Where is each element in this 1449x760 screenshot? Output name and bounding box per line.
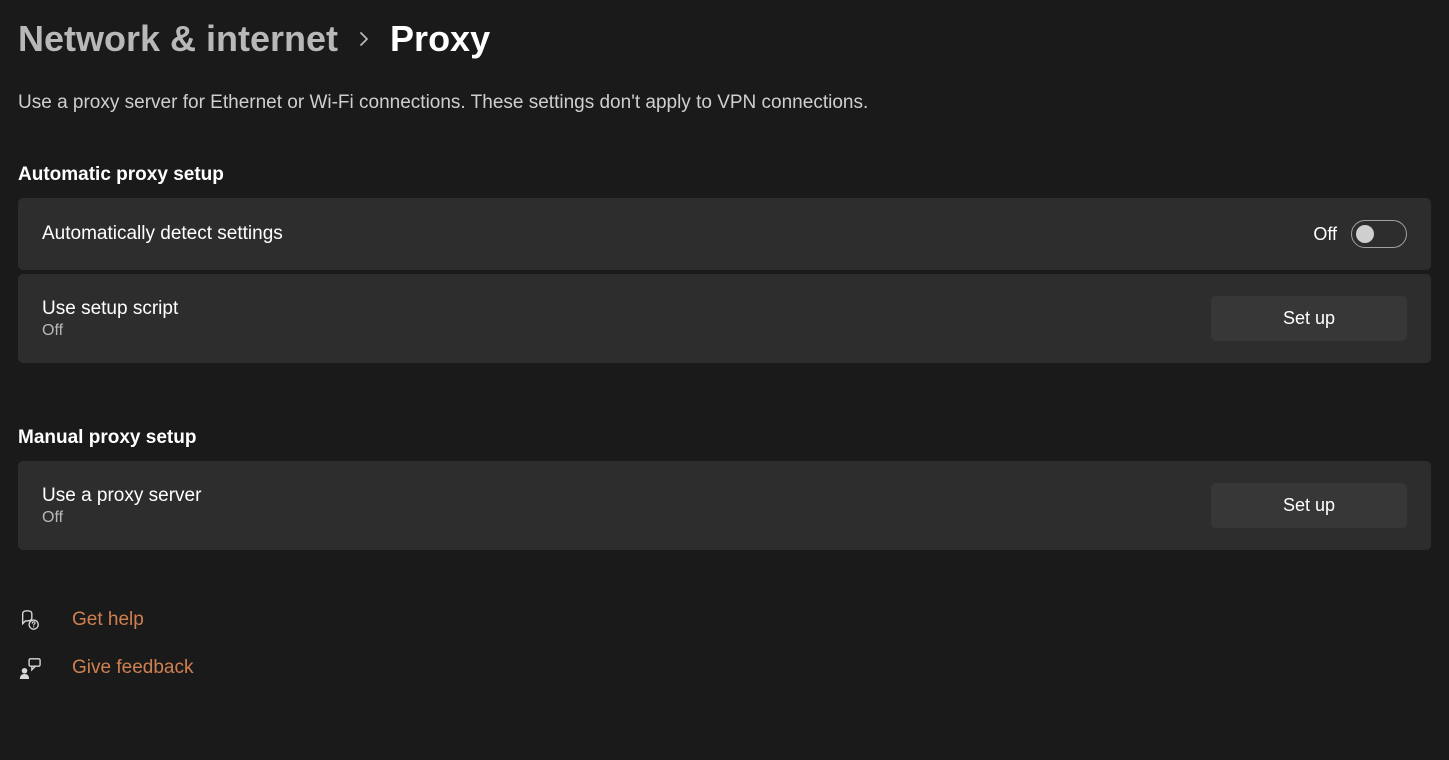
auto-detect-label: Automatically detect settings [42,223,283,245]
give-feedback-link[interactable]: Give feedback [18,656,1431,680]
setup-script-row[interactable]: Use setup script Off Set up [18,274,1431,363]
proxy-server-status: Off [42,509,201,527]
breadcrumb-parent-link[interactable]: Network & internet [18,18,338,60]
manual-section-title: Manual proxy setup [18,427,1431,449]
setup-script-button[interactable]: Set up [1211,296,1407,341]
breadcrumb: Network & internet Proxy [18,18,1431,60]
page-title: Proxy [390,18,490,60]
give-feedback-text: Give feedback [72,657,193,679]
proxy-server-setup-button[interactable]: Set up [1211,483,1407,528]
feedback-icon [18,656,42,680]
get-help-text: Get help [72,609,144,631]
auto-detect-toggle-container: Off [1313,220,1407,248]
automatic-section-title: Automatic proxy setup [18,164,1431,186]
footer-links: Get help Give feedback [18,608,1431,680]
get-help-link[interactable]: Get help [18,608,1431,632]
help-icon [18,608,42,632]
setup-script-label: Use setup script [42,298,178,320]
chevron-right-icon [356,31,372,47]
auto-detect-toggle-state: Off [1313,224,1337,245]
auto-detect-settings-row[interactable]: Automatically detect settings Off [18,198,1431,270]
proxy-server-label: Use a proxy server [42,485,201,507]
auto-detect-toggle[interactable] [1351,220,1407,248]
toggle-knob [1356,225,1374,243]
proxy-server-row[interactable]: Use a proxy server Off Set up [18,461,1431,550]
page-description: Use a proxy server for Ethernet or Wi-Fi… [18,92,1431,114]
setup-script-status: Off [42,322,178,340]
